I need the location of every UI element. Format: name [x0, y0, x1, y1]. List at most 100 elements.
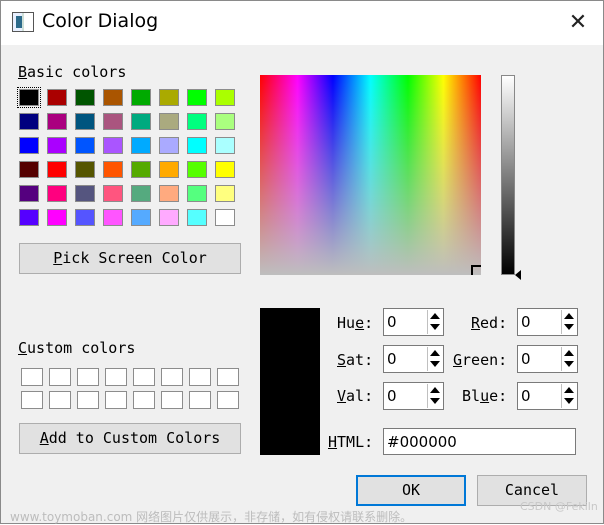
- blue-down-icon[interactable]: [564, 398, 574, 404]
- basic-color-swatch[interactable]: [215, 161, 235, 178]
- custom-color-swatch[interactable]: [77, 368, 99, 386]
- basic-color-swatch[interactable]: [19, 185, 39, 202]
- basic-color-swatch[interactable]: [47, 185, 67, 202]
- ok-button[interactable]: OK: [356, 475, 466, 506]
- custom-color-swatch[interactable]: [161, 391, 183, 409]
- hue-label: Hue:: [337, 314, 374, 332]
- custom-color-swatch[interactable]: [77, 391, 99, 409]
- basic-color-swatch[interactable]: [131, 209, 151, 226]
- basic-color-swatch[interactable]: [187, 161, 207, 178]
- hue-value: 0: [387, 313, 397, 331]
- basic-color-swatch[interactable]: [47, 137, 67, 154]
- hue-saturation-picker[interactable]: [260, 75, 481, 275]
- basic-color-swatch[interactable]: [187, 209, 207, 226]
- red-spinbox[interactable]: 0: [517, 308, 578, 336]
- basic-color-swatch[interactable]: [159, 209, 179, 226]
- basic-color-swatch[interactable]: [159, 161, 179, 178]
- custom-color-swatch[interactable]: [189, 368, 211, 386]
- hue-down-icon[interactable]: [430, 324, 440, 330]
- basic-color-swatch[interactable]: [47, 209, 67, 226]
- basic-color-swatch[interactable]: [131, 161, 151, 178]
- custom-color-swatch[interactable]: [133, 391, 155, 409]
- basic-color-swatch[interactable]: [187, 185, 207, 202]
- custom-color-swatch[interactable]: [49, 391, 71, 409]
- green-up-icon[interactable]: [564, 350, 574, 356]
- basic-color-swatch[interactable]: [187, 137, 207, 154]
- val-spinbox[interactable]: 0: [383, 382, 444, 410]
- basic-color-swatch[interactable]: [159, 89, 179, 106]
- basic-color-swatch[interactable]: [19, 137, 39, 154]
- basic-color-swatch[interactable]: [75, 185, 95, 202]
- green-spinbox[interactable]: 0: [517, 345, 578, 373]
- basic-color-swatch[interactable]: [215, 137, 235, 154]
- luminance-slider-handle[interactable]: [515, 270, 521, 280]
- basic-color-swatch[interactable]: [19, 161, 39, 178]
- custom-color-swatch[interactable]: [217, 368, 239, 386]
- hue-up-icon[interactable]: [430, 313, 440, 319]
- red-up-icon[interactable]: [564, 313, 574, 319]
- basic-color-swatch[interactable]: [103, 113, 123, 130]
- sat-spinbox[interactable]: 0: [383, 345, 444, 373]
- basic-color-swatch[interactable]: [159, 185, 179, 202]
- basic-color-swatch[interactable]: [215, 209, 235, 226]
- custom-color-swatch[interactable]: [161, 368, 183, 386]
- green-value: 0: [521, 350, 531, 368]
- basic-color-swatch[interactable]: [215, 89, 235, 106]
- basic-color-swatch[interactable]: [103, 161, 123, 178]
- sat-value: 0: [387, 350, 397, 368]
- basic-color-swatch[interactable]: [19, 209, 39, 226]
- basic-color-swatch[interactable]: [103, 89, 123, 106]
- custom-color-swatch[interactable]: [21, 368, 43, 386]
- custom-color-swatch[interactable]: [189, 391, 211, 409]
- basic-color-swatch[interactable]: [131, 185, 151, 202]
- color-dialog-app-icon: [12, 12, 34, 32]
- basic-color-swatch[interactable]: [187, 89, 207, 106]
- basic-color-swatch[interactable]: [47, 113, 67, 130]
- custom-color-swatch[interactable]: [21, 391, 43, 409]
- basic-color-swatch[interactable]: [103, 137, 123, 154]
- basic-color-swatch[interactable]: [131, 113, 151, 130]
- luminance-slider[interactable]: [501, 75, 515, 275]
- green-label: Green:: [453, 351, 508, 369]
- custom-color-swatch[interactable]: [105, 368, 127, 386]
- add-to-custom-colors-button[interactable]: Add to Custom Colors: [19, 423, 241, 454]
- red-down-icon[interactable]: [564, 324, 574, 330]
- basic-color-swatch[interactable]: [47, 161, 67, 178]
- basic-color-swatch[interactable]: [75, 113, 95, 130]
- basic-color-swatch[interactable]: [19, 113, 39, 130]
- blue-spinbox[interactable]: 0: [517, 382, 578, 410]
- hue-spinbox[interactable]: 0: [383, 308, 444, 336]
- basic-color-swatch[interactable]: [75, 209, 95, 226]
- sat-up-icon[interactable]: [430, 350, 440, 356]
- basic-color-swatch[interactable]: [131, 137, 151, 154]
- basic-color-swatch[interactable]: [75, 89, 95, 106]
- picker-crosshair[interactable]: [471, 265, 481, 275]
- green-down-icon[interactable]: [564, 361, 574, 367]
- close-icon[interactable]: ✕: [561, 7, 595, 39]
- basic-color-swatch[interactable]: [75, 137, 95, 154]
- basic-color-swatch[interactable]: [159, 113, 179, 130]
- custom-color-swatch[interactable]: [49, 368, 71, 386]
- pick-screen-color-button[interactable]: Pick Screen Color: [19, 243, 241, 274]
- basic-color-swatch[interactable]: [47, 89, 67, 106]
- blue-up-icon[interactable]: [564, 387, 574, 393]
- basic-color-swatch[interactable]: [159, 137, 179, 154]
- sat-down-icon[interactable]: [430, 361, 440, 367]
- val-down-icon[interactable]: [430, 398, 440, 404]
- custom-color-swatch[interactable]: [217, 391, 239, 409]
- basic-color-swatch[interactable]: [131, 89, 151, 106]
- html-input[interactable]: #000000: [383, 428, 576, 455]
- current-color-preview: [260, 308, 320, 455]
- basic-color-swatch[interactable]: [215, 113, 235, 130]
- basic-color-swatch[interactable]: [187, 113, 207, 130]
- basic-color-swatch[interactable]: [103, 209, 123, 226]
- basic-color-swatch[interactable]: [17, 87, 41, 108]
- basic-color-swatch[interactable]: [75, 161, 95, 178]
- val-up-icon[interactable]: [430, 387, 440, 393]
- title-bar: Color Dialog ✕: [1, 1, 603, 45]
- val-value: 0: [387, 387, 397, 405]
- basic-color-swatch[interactable]: [103, 185, 123, 202]
- custom-color-swatch[interactable]: [105, 391, 127, 409]
- basic-color-swatch[interactable]: [215, 185, 235, 202]
- custom-color-swatch[interactable]: [133, 368, 155, 386]
